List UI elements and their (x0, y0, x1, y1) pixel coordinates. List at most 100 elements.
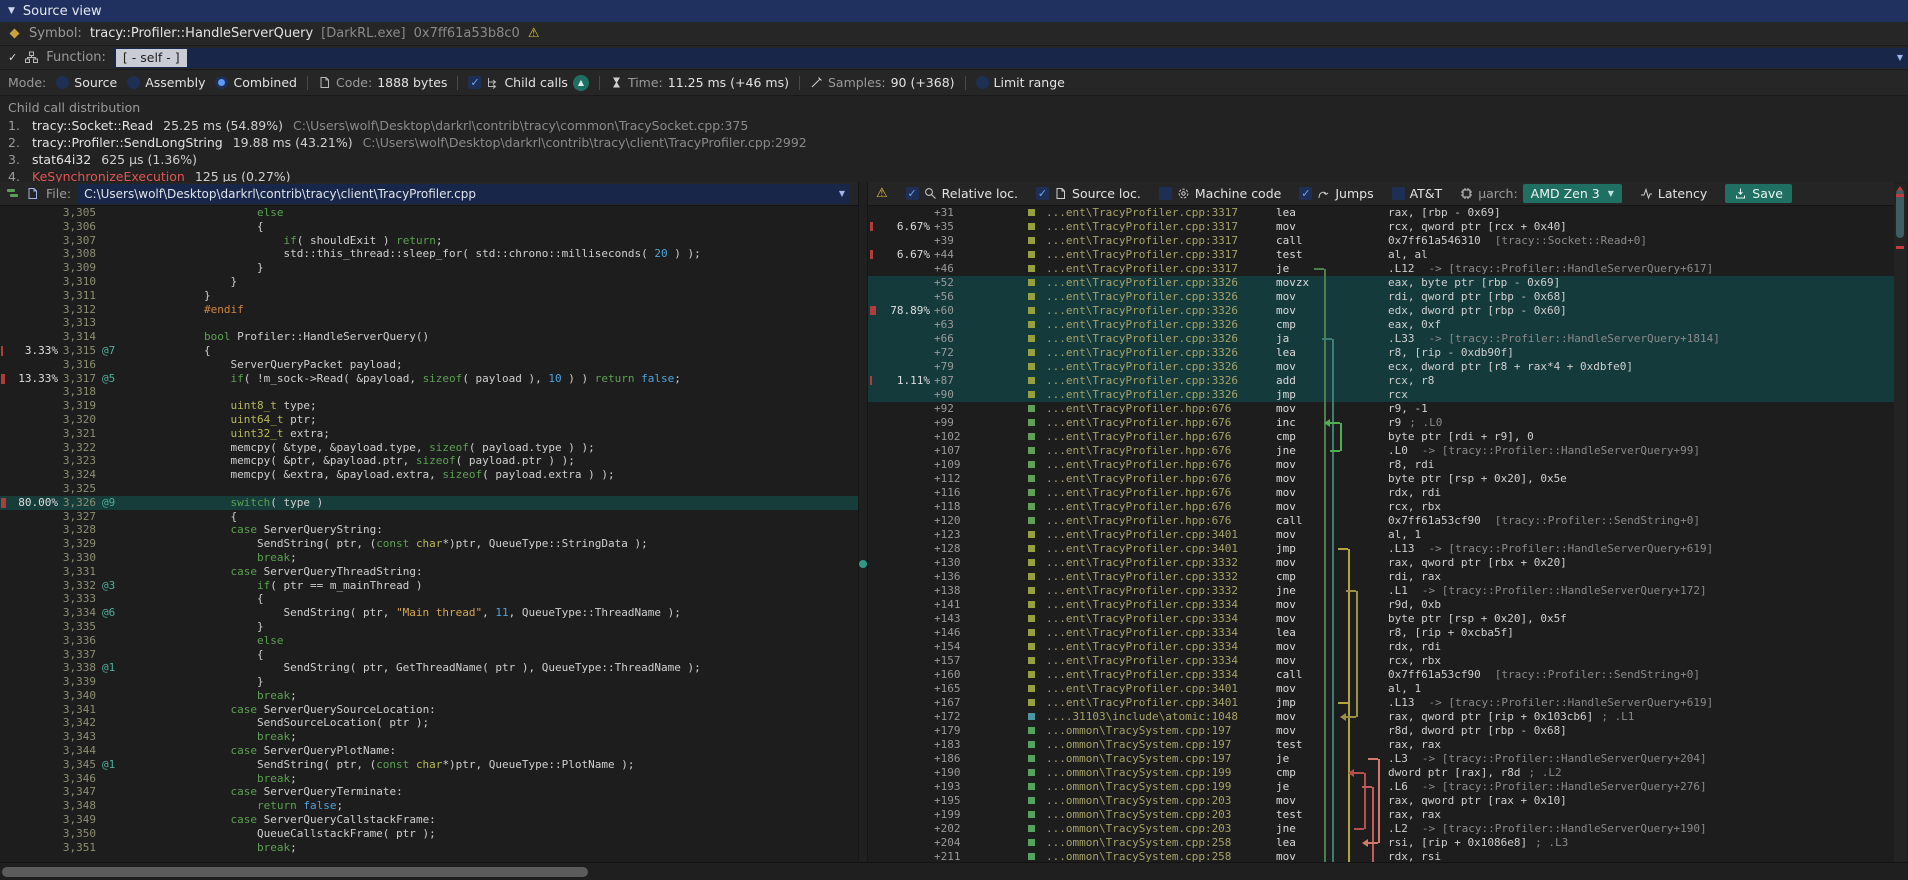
assembly-line[interactable]: +123...ent\TracyProfiler.cpp:3401moval, … (868, 528, 1894, 542)
source-line[interactable]: 3,325 (0, 482, 858, 496)
assembly-line[interactable]: +211...ommon\TracySystem.cpp:258movrdx, … (868, 850, 1894, 862)
assembly-line[interactable]: +128...ent\TracyProfiler.cpp:3401jmp.L13… (868, 542, 1894, 556)
line-number[interactable]: 3,340 (58, 689, 96, 703)
source-line[interactable]: 3,333 { (0, 592, 858, 606)
source-line[interactable]: 3,336 else (0, 634, 858, 648)
source-location[interactable]: ...ent\TracyProfiler.cpp:3334 (1046, 654, 1276, 668)
line-number[interactable]: 3,317 (58, 372, 96, 386)
assembly-line[interactable]: +56...ent\TracyProfiler.cpp:3326movrdi, … (868, 290, 1894, 304)
source-location[interactable]: ...ent\TracyProfiler.cpp:3317 (1046, 248, 1276, 262)
line-number[interactable]: 3,309 (58, 261, 96, 275)
instruction-offset[interactable]: +138 (934, 584, 980, 598)
instruction-offset[interactable]: +63 (934, 318, 980, 332)
propagate-up-button[interactable]: ▲ (573, 75, 589, 91)
source-location[interactable]: ...ent\TracyProfiler.cpp:3326 (1046, 318, 1276, 332)
relative-loc-checkbox[interactable] (906, 187, 919, 200)
line-number[interactable]: 3,348 (58, 799, 96, 813)
source-location[interactable]: ...ommon\TracySystem.cpp:199 (1046, 766, 1276, 780)
line-number[interactable]: 3,316 (58, 358, 96, 372)
source-location[interactable]: ...ommon\TracySystem.cpp:197 (1046, 724, 1276, 738)
instruction-offset[interactable]: +90 (934, 388, 980, 402)
instruction-offset[interactable]: +190 (934, 766, 980, 780)
line-number[interactable]: 3,332 (58, 579, 96, 593)
source-line[interactable]: 3,337 { (0, 648, 858, 662)
chevron-down-icon[interactable]: ▼ (839, 189, 845, 198)
line-number[interactable]: 3,310 (58, 275, 96, 289)
source-location[interactable]: ....31103\include\atomic:1048 (1046, 710, 1276, 724)
line-number[interactable]: 3,346 (58, 772, 96, 786)
instruction-offset[interactable]: +179 (934, 724, 980, 738)
source-location[interactable]: ...ent\TracyProfiler.cpp:3326 (1046, 374, 1276, 388)
source-line[interactable]: 3,340 break; (0, 689, 858, 703)
line-number[interactable]: 3,330 (58, 551, 96, 565)
source-line[interactable]: 3,338@1 SendString( ptr, GetThreadName( … (0, 661, 858, 675)
chevron-down-icon[interactable]: ▼ (1897, 53, 1903, 62)
source-location[interactable]: ...ent\TracyProfiler.cpp:3334 (1046, 640, 1276, 654)
instruction-offset[interactable]: +99 (934, 416, 980, 430)
source-line[interactable]: 3,344 case ServerQueryPlotName: (0, 744, 858, 758)
instruction-offset[interactable]: +128 (934, 542, 980, 556)
instruction-offset[interactable]: +165 (934, 682, 980, 696)
child-call-name[interactable]: KeSynchronizeExecution (32, 168, 185, 182)
source-line[interactable]: 3,324 memcpy( &extra, &payload.extra, si… (0, 468, 858, 482)
line-number[interactable]: 3,313 (58, 316, 96, 330)
mode-option-source[interactable]: Source (56, 75, 117, 90)
file-path[interactable]: C:\Users\wolf\Desktop\darkrl\contrib\tra… (78, 187, 476, 201)
source-location[interactable]: ...ent\TracyProfiler.hpp:676 (1046, 486, 1276, 500)
source-line[interactable]: 3,345@1 SendString( ptr, (const char*)pt… (0, 758, 858, 772)
line-number[interactable]: 3,325 (58, 482, 96, 496)
source-location[interactable]: ...ent\TracyProfiler.cpp:3332 (1046, 584, 1276, 598)
assembly-line[interactable]: +167...ent\TracyProfiler.cpp:3401jmp.L13… (868, 696, 1894, 710)
source-location[interactable]: ...ent\TracyProfiler.cpp:3317 (1046, 234, 1276, 248)
line-number[interactable]: 3,334 (58, 606, 96, 620)
instruction-offset[interactable]: +56 (934, 290, 980, 304)
line-number[interactable]: 3,327 (58, 510, 96, 524)
source-location[interactable]: ...ent\TracyProfiler.cpp:3401 (1046, 696, 1276, 710)
line-number[interactable]: 3,323 (58, 454, 96, 468)
instruction-offset[interactable]: +143 (934, 612, 980, 626)
assembly-line[interactable]: 78.89%+60...ent\TracyProfiler.cpp:3326mo… (868, 304, 1894, 318)
instruction-offset[interactable]: +79 (934, 360, 980, 374)
source-horizontal-scrollbar[interactable] (0, 862, 1908, 880)
child-call-name[interactable]: tracy::Profiler::SendLongString (32, 134, 223, 151)
instruction-offset[interactable]: +183 (934, 738, 980, 752)
assembly-line[interactable]: +160...ent\TracyProfiler.cpp:3334call0x7… (868, 668, 1894, 682)
child-call-name[interactable]: stat64i32 (32, 151, 91, 168)
child-call-name[interactable]: tracy::Socket::Read (32, 117, 153, 134)
instruction-offset[interactable]: +107 (934, 444, 980, 458)
source-line[interactable]: 3,335 } (0, 620, 858, 634)
source-line[interactable]: 3,306 { (0, 220, 858, 234)
assembly-line[interactable]: +112...ent\TracyProfiler.hpp:676movbyte … (868, 472, 1894, 486)
source-loc-toggle[interactable]: Source loc. (1036, 186, 1141, 201)
line-number[interactable]: 3,320 (58, 413, 96, 427)
assembly-line[interactable]: +102...ent\TracyProfiler.hpp:676cmpbyte … (868, 430, 1894, 444)
source-location[interactable]: ...ommon\TracySystem.cpp:203 (1046, 822, 1276, 836)
assembly-line[interactable]: +199...ommon\TracySystem.cpp:203testrax,… (868, 808, 1894, 822)
source-location[interactable]: ...ent\TracyProfiler.hpp:676 (1046, 500, 1276, 514)
assembly-line[interactable]: +109...ent\TracyProfiler.hpp:676movr8, r… (868, 458, 1894, 472)
assembly-line[interactable]: +46...ent\TracyProfiler.cpp:3317je.L12->… (868, 262, 1894, 276)
machine-code-toggle[interactable]: Machine code (1159, 186, 1281, 201)
line-number[interactable]: 3,312 (58, 303, 96, 317)
source-location[interactable]: ...ommon\TracySystem.cpp:197 (1046, 738, 1276, 752)
jumps-checkbox[interactable] (1299, 187, 1312, 200)
source-line[interactable]: 3,347 case ServerQueryTerminate: (0, 785, 858, 799)
instruction-offset[interactable]: +109 (934, 458, 980, 472)
assembly-line[interactable]: +172....31103\include\atomic:1048movrax,… (868, 710, 1894, 724)
assembly-line[interactable]: +90...ent\TracyProfiler.cpp:3326jmprcx (868, 388, 1894, 402)
instruction-offset[interactable]: +160 (934, 668, 980, 682)
source-location[interactable]: ...ommon\TracySystem.cpp:258 (1046, 836, 1276, 850)
instruction-offset[interactable]: +66 (934, 332, 980, 346)
assembly-line[interactable]: +143...ent\TracyProfiler.cpp:3334movbyte… (868, 612, 1894, 626)
line-number[interactable]: 3,314 (58, 330, 96, 344)
source-location[interactable]: ...ent\TracyProfiler.hpp:676 (1046, 402, 1276, 416)
source-location[interactable]: ...ent\TracyProfiler.cpp:3334 (1046, 598, 1276, 612)
source-location[interactable]: ...ent\TracyProfiler.cpp:3334 (1046, 626, 1276, 640)
function-select[interactable]: [ - self - ] ▼ (114, 48, 1908, 68)
assembly-line[interactable]: +31...ent\TracyProfiler.cpp:3317learax, … (868, 206, 1894, 220)
assembly-line[interactable]: +130...ent\TracyProfiler.cpp:3332movrax,… (868, 556, 1894, 570)
line-number[interactable]: 3,324 (58, 468, 96, 482)
source-location[interactable]: ...ent\TracyProfiler.hpp:676 (1046, 514, 1276, 528)
instruction-offset[interactable]: +44 (934, 248, 980, 262)
line-number[interactable]: 3,322 (58, 441, 96, 455)
